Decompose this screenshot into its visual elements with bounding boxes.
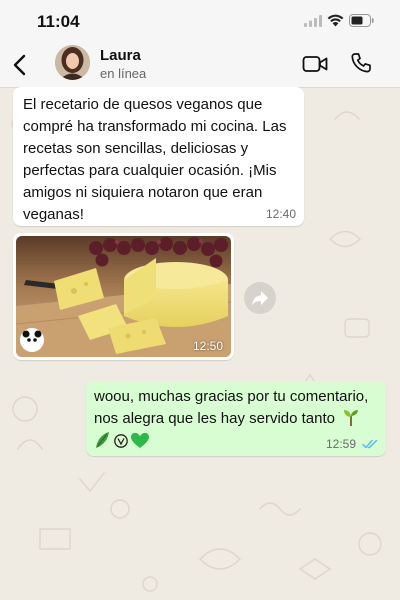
message-time: 12:40 [265, 207, 296, 221]
wifi-icon [327, 14, 344, 27]
incoming-message[interactable]: El recetario de quesos veganos que compr… [13, 87, 304, 226]
cellular-signal-icon [304, 15, 322, 27]
seedling-emoji-icon [344, 410, 358, 426]
outgoing-message[interactable]: woou, muchas gracias por tu comentario, … [86, 381, 386, 456]
emoji-row [96, 432, 149, 448]
message-text: woou, muchas gracias por tu comentario, … [94, 388, 369, 427]
forward-button[interactable] [244, 282, 276, 314]
battery-icon [349, 14, 374, 27]
message-text: El recetario de quesos veganos que compr… [23, 96, 287, 223]
leafy-green-emoji-icon [96, 432, 109, 448]
contact-name[interactable]: Laura [100, 47, 141, 64]
avatar[interactable] [55, 45, 90, 80]
chat-header: Laura en línea [0, 44, 400, 88]
contact-status: en línea [100, 66, 147, 81]
message-image[interactable]: 12:50 [16, 236, 231, 357]
vegan-v-emoji-icon [114, 434, 128, 448]
back-chevron-icon[interactable] [10, 52, 30, 78]
video-call-icon[interactable] [302, 54, 328, 74]
phone-icon[interactable] [350, 52, 372, 74]
green-heart-emoji-icon [131, 432, 149, 448]
message-time: 12:50 [192, 339, 223, 353]
message-time: 12:59 [325, 437, 356, 451]
double-check-read-icon [362, 439, 378, 449]
status-bar: 11:04 [0, 0, 400, 44]
forward-arrow-icon [252, 291, 268, 306]
status-time: 11:04 [37, 12, 80, 31]
incoming-image-message[interactable]: 12:50 [13, 233, 234, 360]
